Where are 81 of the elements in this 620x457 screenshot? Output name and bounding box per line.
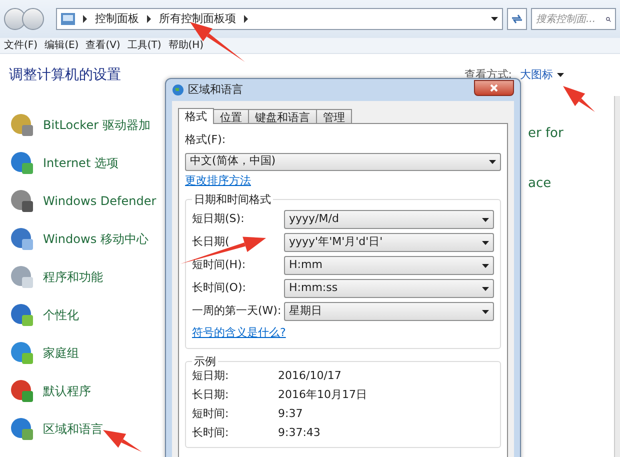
dropdown-arrow-icon [489,160,496,164]
format-dropdown[interactable]: H:mm:ss [284,279,494,298]
refresh-icon [511,14,523,24]
tab[interactable]: 键盘和语言 [248,109,317,123]
control-panel-item[interactable]: ace [528,174,564,193]
format-dropdown[interactable]: H:mm [284,256,494,275]
back-button[interactable] [4,8,26,30]
tab[interactable]: 管理 [316,109,352,123]
globe-icon [172,84,184,96]
breadcrumb-separator-icon [83,15,87,23]
menu-item[interactable]: 帮助(H) [168,38,204,53]
field-label: 短日期(S): [192,212,244,226]
control-panel-item[interactable]: 个性化 [9,302,170,328]
control-panel-item-icon [9,416,35,442]
control-panel-item[interactable]: Windows 移动中心 [9,226,170,252]
annotation-arrow [563,86,595,112]
breadcrumb-item[interactable]: 控制面板 [95,10,139,28]
field-label: 短时间(H): [192,258,246,272]
control-panel-item-icon [9,150,35,176]
control-panel-item[interactable]: Internet 选项 [9,150,170,176]
dropdown-arrow-icon [491,17,498,21]
format-dropdown[interactable]: yyyy/M/d [284,210,494,229]
page-heading: 调整计算机的设置 [9,66,121,84]
control-panel-item[interactable]: er for [528,124,564,144]
symbols-help-link[interactable]: 符号的含义是什么? [192,325,286,342]
control-panel-item[interactable]: 默认程序 [9,378,170,404]
field-label: 一周的第一天(W): [192,304,282,318]
field-label: 长日期( [192,235,230,248]
search-input[interactable]: 搜索控制面... [536,12,602,26]
example-value: 2016/10/17 [278,368,342,384]
control-panel-item[interactable]: 程序和功能 [9,264,170,290]
breadcrumb-separator-icon [147,15,151,23]
menu-item[interactable]: 文件(F) [4,38,38,53]
change-sorting-link[interactable]: 更改排序方法 [185,172,251,189]
tab[interactable]: 位置 [213,109,249,123]
example-value: 9:37:43 [278,425,320,442]
control-panel-item[interactable]: Windows Defender [9,188,170,214]
control-panel-item[interactable]: 家庭组 [9,340,170,366]
view-by-dropdown[interactable]: 大图标 [520,66,564,84]
menu-item[interactable]: 工具(T) [127,38,162,53]
control-panel-icon [61,13,75,25]
control-panel-item-icon [9,378,35,404]
close-icon [490,84,498,92]
control-panel-item-icon [9,340,35,366]
annotation-arrow [103,430,142,452]
format-dropdown[interactable]: 星期日 [284,302,494,321]
dropdown-arrow-icon [482,218,489,222]
example-label: 短日期: [192,368,230,384]
breadcrumb-separator-icon [244,15,248,23]
breadcrumb-item[interactable]: 所有控制面板项 [159,10,236,28]
format-dropdown[interactable]: 中文(简体，中国) [185,152,501,170]
format-dropdown[interactable]: yyyy'年'M'月'd'日' [284,233,494,252]
dropdown-arrow-icon [482,310,489,314]
menu-item[interactable]: 查看(V) [86,38,120,53]
refresh-button[interactable] [507,8,527,30]
dropdown-arrow-icon [482,240,489,244]
address-field[interactable]: 控制面板 所有控制面板项 [56,8,503,30]
example-label: 长日期: [192,387,230,404]
format-label: 格式(F): [185,132,227,148]
tab[interactable]: 格式 [178,108,214,124]
search-icon [606,14,611,24]
dialog-title: 区域和语言 [188,82,244,98]
control-panel-item[interactable]: 区域和语言 [9,416,170,442]
control-panel-item-icon [9,264,35,290]
example-value: 2016年10月17日 [278,387,367,404]
example-value: 9:37 [278,406,303,422]
dropdown-arrow-icon [482,264,489,268]
control-panel-item-icon [9,226,35,252]
search-field[interactable]: 搜索控制面... [531,8,616,30]
dropdown-arrow-icon [482,286,489,290]
control-panel-item-icon [9,112,35,138]
example-label: 长时间: [192,425,230,442]
forward-button[interactable] [22,8,44,30]
example-label: 短时间: [192,406,230,422]
control-panel-item-icon [9,188,35,214]
control-panel-item-icon [9,302,35,328]
field-label: 长时间(O): [192,281,246,294]
close-button[interactable] [474,80,514,96]
dropdown-arrow-icon [557,73,564,77]
control-panel-item[interactable]: BitLocker 驱动器加 [9,112,170,138]
menu-item[interactable]: 编辑(E) [44,38,79,53]
